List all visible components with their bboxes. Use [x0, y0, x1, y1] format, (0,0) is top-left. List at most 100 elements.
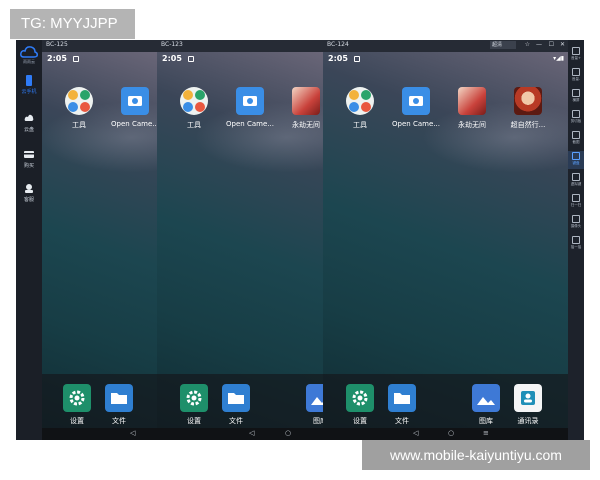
app-label: 文件 [395, 417, 409, 425]
home-icon[interactable]: ○ [285, 429, 291, 437]
sidebar-item-cloud-drive[interactable]: 云盘 [16, 110, 42, 136]
game-icon [514, 87, 542, 115]
toolbar-label: 虚拟键 [570, 182, 582, 186]
app-open-camera[interactable]: Open Came... [108, 87, 157, 137]
back-icon[interactable]: ◁ [130, 429, 135, 437]
sidebar-item-label: 购买 [23, 163, 34, 169]
game-icon [292, 87, 320, 115]
app-label: 通讯录 [517, 417, 539, 425]
phone-titlebar: BC-124 超清 ☆ — ☐ ✕ [323, 40, 568, 52]
toolbar-screenshot[interactable]: 截图 [568, 130, 584, 148]
sidebar-item-cloud-phone[interactable]: 云手机 [16, 72, 42, 98]
settings-icon [180, 384, 208, 412]
sidebar-logo-text: 雨雨云 [23, 59, 35, 64]
signal-battery-icon: ▾◢▮ [553, 55, 564, 62]
app-dock: 设置 文件 图库 通讯录 ◁ ○ ≡ [323, 374, 568, 440]
toolbar-label: 音量- [571, 77, 581, 81]
phone-name: BC-123 [161, 41, 183, 48]
phone-screen[interactable]: 2:05 ▾◢▮ 工具 Open Came... 永劫无间 超自然行... 设置… [323, 52, 568, 440]
app-tools-folder[interactable]: 工具 [167, 87, 221, 137]
pin-icon[interactable]: ☆ [525, 41, 530, 48]
dock-app-gallery[interactable]: 图库 [293, 384, 323, 432]
contacts-icon [514, 384, 542, 412]
app-label: 永劫无间 [458, 121, 486, 129]
phone-screen[interactable]: 2:05 工具 Open Came... 设置 文件 ◁ [42, 52, 157, 440]
files-icon [222, 384, 250, 412]
settings-icon [346, 384, 374, 412]
toolbar-virtual-keys[interactable]: 虚拟键 [568, 172, 584, 190]
app-label: 图库 [313, 417, 323, 425]
files-icon [105, 384, 133, 412]
app-label: 工具 [187, 121, 201, 129]
toolbar-label: 剪切板 [570, 119, 582, 123]
camera-icon [121, 87, 149, 115]
app-tools-folder[interactable]: 工具 [52, 87, 106, 137]
left-sidebar: 雨雨云 云手机 云盘 购买 客服 [16, 40, 42, 440]
toolbar-shake[interactable]: 摇一摇 [568, 235, 584, 253]
dock-app-contacts[interactable]: 通讯录 [501, 384, 555, 432]
minimize-icon[interactable]: — [536, 41, 542, 48]
phone-name: BC-125 [46, 41, 68, 48]
cloud-icon [24, 114, 34, 121]
phone-titlebar: BC-125 [42, 40, 157, 52]
nav-bar: ◁ ○ ≡ [323, 428, 568, 440]
status-bar: 2:05 [42, 52, 157, 66]
quality-select[interactable]: 超清 [490, 41, 516, 49]
phone-name: BC-124 [327, 41, 349, 48]
nav-bar: ◁ [42, 428, 157, 440]
toolbar-rotate[interactable]: 横屏 [568, 88, 584, 106]
toolbar-label: 摄像头 [570, 224, 582, 228]
cloud-logo-icon [20, 46, 38, 58]
phone-panel[interactable]: BC-123 2:05 工具 Open Came... 永劫无间 设置 文件 图… [157, 40, 323, 440]
toolbar-keyboard[interactable]: 键盘 [568, 151, 584, 169]
app-label: Open Came... [392, 120, 440, 128]
toolbar-label: 扫一扫 [570, 203, 582, 207]
app-label: 工具 [353, 121, 367, 129]
dock-app-files[interactable]: 文件 [375, 384, 429, 432]
app-open-camera[interactable]: Open Came... [389, 87, 443, 137]
sidebar-item-support[interactable]: 客服 [16, 180, 42, 206]
nav-bar: ◁ ○ [157, 428, 323, 440]
status-time: 2:05 [328, 54, 348, 63]
app-label: Open Came... [226, 120, 274, 128]
status-bar: 2:05 [157, 52, 323, 66]
app-label: 超自然行... [510, 121, 546, 129]
dock-app-files[interactable]: 文件 [92, 384, 146, 432]
app-game-yongjie[interactable]: 永劫无间 [445, 87, 499, 137]
sidebar-item-purchase[interactable]: 购买 [16, 146, 42, 172]
back-icon[interactable]: ◁ [249, 429, 254, 437]
notification-icon [73, 56, 79, 62]
sidebar-item-label: 云盘 [23, 127, 34, 133]
maximize-icon[interactable]: ☐ [549, 41, 554, 48]
toolbar-label: 音量+ [571, 56, 581, 60]
scan-icon [572, 194, 580, 202]
app-dock: 设置 文件 图库 ◁ ○ [157, 374, 323, 440]
headset-icon [25, 184, 33, 193]
dock-app-files[interactable]: 文件 [209, 384, 263, 432]
phone-screen[interactable]: 2:05 工具 Open Came... 永劫无间 设置 文件 图 ◁ ○ [157, 52, 323, 440]
back-icon[interactable]: ◁ [413, 429, 418, 437]
toolbar-label: 摇一摇 [570, 245, 582, 249]
toolbar-scan[interactable]: 扫一扫 [568, 193, 584, 211]
virtual-keys-icon [572, 173, 580, 181]
app-open-camera[interactable]: Open Came... [223, 87, 277, 137]
app-game-yongjie[interactable]: 永劫无间 [279, 87, 323, 137]
camera-icon [572, 215, 580, 223]
app-label: 文件 [112, 417, 126, 425]
toolbar-camera[interactable]: 摄像头 [568, 214, 584, 232]
toolbar-volume-up[interactable]: 音量+ [568, 46, 584, 64]
app-tools-folder[interactable]: 工具 [333, 87, 387, 137]
home-icon[interactable]: ○ [448, 429, 454, 437]
toolbar-label: 键盘 [572, 161, 580, 165]
toolbar-volume-down[interactable]: 音量- [568, 67, 584, 85]
close-icon[interactable]: ✕ [560, 41, 565, 48]
status-time: 2:05 [162, 54, 182, 63]
app-game-supernatural[interactable]: 超自然行... [501, 87, 555, 137]
phone-panel[interactable]: BC-125 2:05 工具 Open Came... 设置 文件 ◁ [42, 40, 157, 440]
recents-icon[interactable]: ≡ [483, 429, 489, 437]
tg-watermark-label: TG: MYYJJPP [10, 9, 135, 39]
app-dock: 设置 文件 ◁ [42, 374, 157, 440]
phone-panel[interactable]: BC-124 超清 ☆ — ☐ ✕ 2:05 ▾◢▮ 工具 Open Came.… [323, 40, 568, 440]
toolbar-clipboard[interactable]: 剪切板 [568, 109, 584, 127]
app-label: Open Came... [111, 120, 157, 128]
